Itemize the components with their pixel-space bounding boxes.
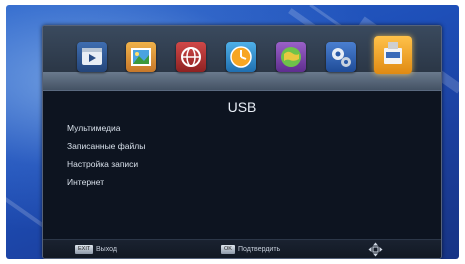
earth-icon[interactable] — [276, 42, 306, 72]
menu-item-recorded-files[interactable]: Записанные файлы — [67, 137, 145, 155]
globe-network-icon[interactable] — [176, 42, 206, 72]
exit-key[interactable]: EXIT — [75, 245, 94, 254]
menu-list: Мультимедиа Записанные файлы Настройка з… — [67, 119, 145, 191]
exit-label: Выход — [96, 246, 117, 253]
icon-bar-shelf — [43, 72, 441, 90]
picture-icon[interactable] — [126, 42, 156, 72]
navigation-arrows-icon — [368, 242, 383, 257]
main-menu-panel: USB Мультимедиа Записанные файлы Настрой… — [42, 25, 442, 259]
tv-screen: USB Мультимедиа Записанные файлы Настрой… — [6, 5, 459, 259]
menu-item-internet[interactable]: Интернет — [67, 173, 145, 191]
icon-bar — [43, 26, 441, 91]
ok-label: Подтвердить — [238, 246, 281, 253]
clock-icon[interactable] — [226, 42, 256, 72]
footer-bar: EXIT Выход OK Подтвердить — [43, 239, 441, 258]
settings-gears-icon[interactable] — [326, 42, 356, 72]
section-title: USB — [227, 99, 257, 115]
menu-item-record-settings[interactable]: Настройка записи — [67, 155, 145, 173]
video-icon[interactable] — [77, 42, 107, 72]
ok-key[interactable]: OK — [221, 245, 235, 254]
menu-item-multimedia[interactable]: Мультимедиа — [67, 119, 145, 137]
usb-icon[interactable] — [374, 36, 412, 74]
